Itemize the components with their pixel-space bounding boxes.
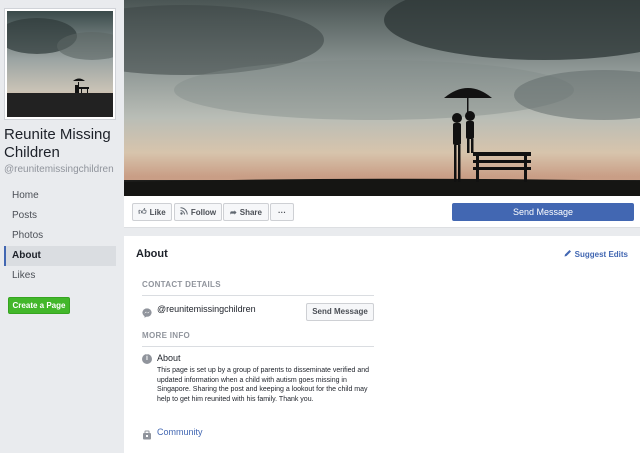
send-message-button[interactable]: Send Message <box>452 203 634 221</box>
contact-send-message-button[interactable]: Send Message <box>306 303 374 321</box>
sidebar-item-photos[interactable]: Photos <box>4 226 116 246</box>
info-icon: i <box>142 354 152 364</box>
about-description: This page is set up by a group of parent… <box>157 367 370 403</box>
follow-label: Follow <box>190 207 217 217</box>
profile-picture[interactable] <box>4 8 116 120</box>
like-label: Like <box>149 207 166 217</box>
category-community-link[interactable]: Community <box>157 427 203 437</box>
pencil-icon <box>564 249 572 259</box>
about-heading: About <box>136 248 168 260</box>
divider <box>142 346 374 347</box>
about-panel: About Suggest Edits CONTACT DETAILS @reu… <box>124 236 640 453</box>
about-label: About <box>157 353 181 363</box>
page-name[interactable]: Reunite Missing Children <box>4 126 122 162</box>
profile-image <box>7 11 113 117</box>
follow-button[interactable]: Follow <box>174 203 222 221</box>
messenger-handle[interactable]: @reunitemissingchildren <box>157 304 256 314</box>
page-handle[interactable]: @reunitemissingchildren <box>4 164 114 175</box>
messenger-icon <box>142 305 152 318</box>
cover-photo[interactable] <box>124 0 640 196</box>
rss-icon <box>180 207 188 217</box>
divider <box>142 295 374 296</box>
create-page-button[interactable]: Create a Page <box>8 297 70 314</box>
page-action-bar: 👍︎ Like Follow ➦ Share ··· Send Message <box>124 196 640 228</box>
more-options-button[interactable]: ··· <box>270 203 294 221</box>
more-info-heading: MORE INFO <box>142 331 191 340</box>
sidebar-item-about[interactable]: About <box>4 246 116 266</box>
sidebar-item-home[interactable]: Home <box>4 186 116 206</box>
share-button[interactable]: ➦ Share <box>223 203 269 221</box>
sidebar-item-likes[interactable]: Likes <box>4 266 116 286</box>
left-sidebar: Reunite Missing Children @reunitemissing… <box>0 0 124 453</box>
more-label: ··· <box>278 207 286 217</box>
community-icon <box>142 427 152 440</box>
sidebar-item-posts[interactable]: Posts <box>4 206 116 226</box>
page-nav: Home Posts Photos About Likes <box>4 186 116 286</box>
messenger-contact-row: @reunitemissingchildren Send Message <box>142 303 374 323</box>
contact-details-heading: CONTACT DETAILS <box>142 280 221 289</box>
like-button[interactable]: 👍︎ Like <box>132 203 172 221</box>
suggest-edits-link[interactable]: Suggest Edits <box>564 249 628 259</box>
share-label: Share <box>239 207 262 217</box>
share-arrow-icon: ➦ <box>230 207 237 217</box>
suggest-edits-label: Suggest Edits <box>574 249 628 259</box>
thumbs-up-icon: 👍︎ <box>138 207 147 216</box>
